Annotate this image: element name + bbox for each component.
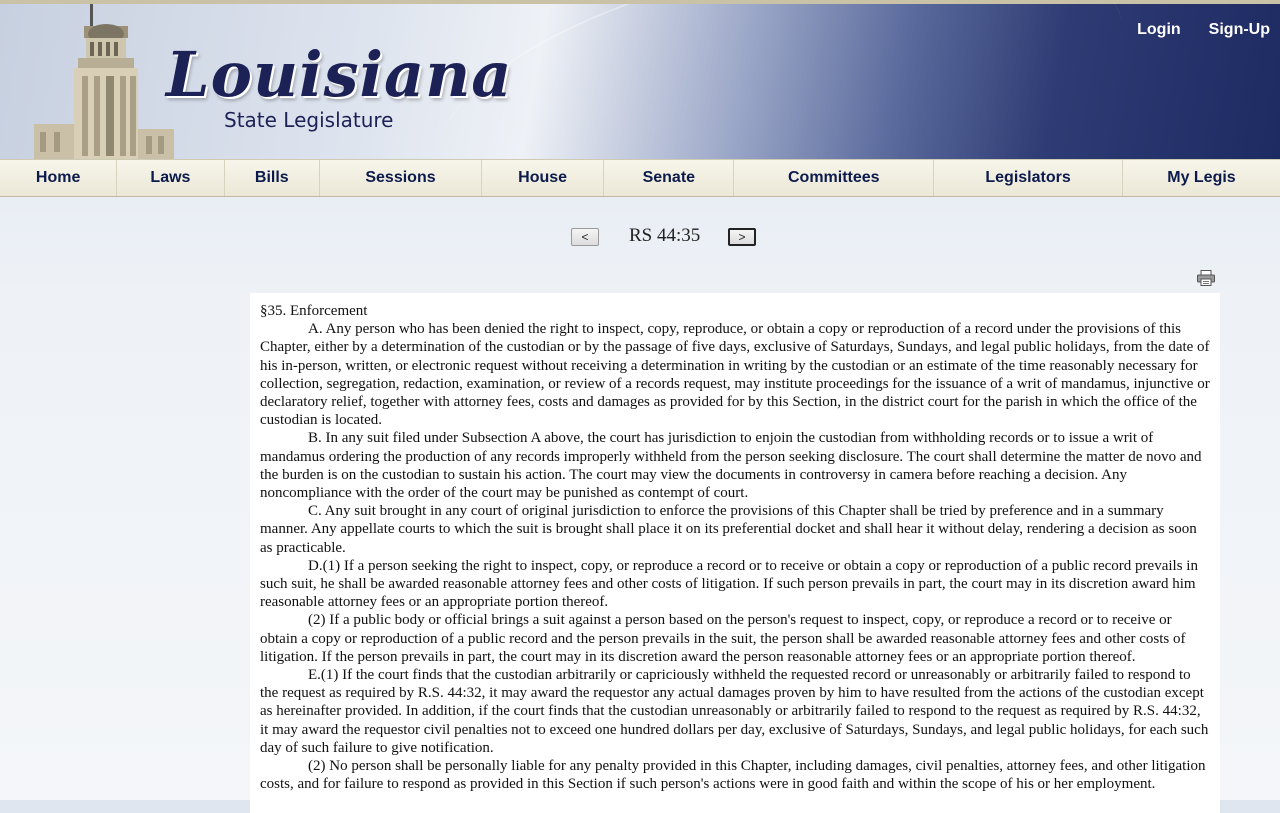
print-icon[interactable] [1197, 270, 1215, 286]
section-pager: < RS 44:35 > [0, 197, 1280, 277]
nav-home[interactable]: Home [0, 160, 118, 196]
auth-links: Login Sign-Up [1137, 21, 1270, 39]
statute-text: §35. Enforcement A. Any person who has b… [250, 293, 1220, 813]
capitol-building-icon [34, 4, 174, 159]
nav-my-legis[interactable]: My Legis [1123, 160, 1280, 196]
section-citation: RS 44:35 [629, 225, 701, 246]
paragraph-e2: (2) No person shall be personally liable… [260, 758, 1206, 793]
nav-house[interactable]: House [482, 160, 605, 196]
previous-section-button[interactable]: < [571, 228, 599, 246]
site-banner: Louisiana State Legislature Login Sign-U… [0, 4, 1280, 159]
banner-swoosh [410, 4, 1150, 159]
paragraph-a: A. Any person who has been denied the ri… [260, 321, 1210, 429]
signup-link[interactable]: Sign-Up [1209, 21, 1270, 39]
login-link[interactable]: Login [1137, 21, 1181, 39]
paragraph-e1: E.(1) If the court finds that the custod… [260, 667, 1209, 756]
nav-laws[interactable]: Laws [117, 160, 225, 196]
nav-legislators[interactable]: Legislators [934, 160, 1123, 196]
section-heading: §35. Enforcement [260, 303, 368, 319]
nav-senate[interactable]: Senate [604, 160, 735, 196]
nav-committees[interactable]: Committees [734, 160, 935, 196]
paragraph-d1: D.(1) If a person seeking the right to i… [260, 557, 1198, 611]
nav-sessions[interactable]: Sessions [320, 160, 482, 196]
logo-title: Louisiana [166, 38, 513, 111]
paragraph-c: C. Any suit brought in any court of orig… [260, 503, 1197, 556]
paragraph-b: B. In any suit filed under Subsection A … [260, 430, 1202, 502]
nav-bills[interactable]: Bills [225, 160, 320, 196]
paragraph-d2: (2) If a public body or official brings … [260, 612, 1186, 665]
main-nav: Home Laws Bills Sessions House Senate Co… [0, 159, 1280, 197]
next-section-button[interactable]: > [728, 228, 756, 246]
logo-subtitle: State Legislature [224, 108, 394, 132]
